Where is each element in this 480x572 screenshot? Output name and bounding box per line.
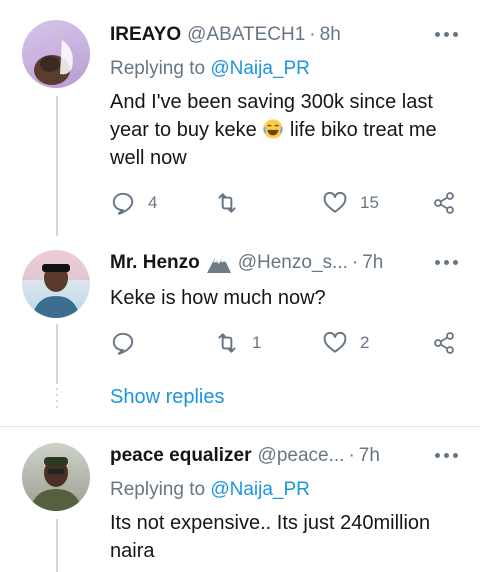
tweet-header: Mr. Henzo @Henzo_s... · 7h: [110, 248, 383, 278]
thread-line: [56, 519, 58, 572]
thread-line: [56, 324, 58, 384]
share-icon: [434, 192, 454, 214]
like-icon: [323, 331, 347, 353]
separator-dot: ·: [351, 252, 359, 273]
user-handle[interactable]: @peace...: [258, 445, 345, 467]
replying-to: Replying to @Naija_PR: [110, 479, 310, 501]
like-count: 2: [360, 333, 370, 352]
retweet-count: 1: [252, 333, 262, 352]
tweet-text: And I've been saving 300k since last yea…: [110, 88, 460, 172]
tweet-peace-equalizer[interactable]: peace equalizer @peace... · 7h Replying …: [0, 427, 480, 572]
reply-button[interactable]: 4: [110, 188, 157, 218]
reply-count: 4: [148, 193, 158, 212]
timestamp[interactable]: 7h: [362, 252, 383, 274]
like-icon: [323, 191, 347, 213]
share-icon: [434, 332, 454, 354]
like-count: 15: [360, 193, 379, 212]
mention-link[interactable]: @Naija_PR: [210, 58, 310, 79]
reply-icon: [112, 332, 134, 355]
timestamp[interactable]: 8h: [320, 24, 341, 46]
replying-prefix: Replying to: [110, 58, 206, 79]
thread-line: [56, 96, 58, 236]
show-replies-link[interactable]: Show replies: [110, 386, 225, 409]
retweet-button[interactable]: 1: [214, 328, 261, 358]
timestamp[interactable]: 7h: [359, 445, 380, 467]
tweet-actions: 1 2: [110, 328, 460, 358]
display-name[interactable]: peace equalizer: [110, 445, 252, 467]
tweet-header: peace equalizer @peace... · 7h: [110, 441, 380, 471]
avatar-ireayo[interactable]: [22, 20, 90, 88]
tweet-text-part: life biko treat me: [289, 119, 437, 141]
avatar-peace-equalizer[interactable]: [22, 443, 90, 511]
user-handle[interactable]: @Henzo_s...: [238, 252, 348, 274]
retweet-icon: [218, 193, 236, 213]
tweet-text: Its not expensive.. Its just 240million …: [110, 509, 460, 565]
like-button[interactable]: 15: [322, 188, 379, 218]
reply-icon: [112, 192, 134, 215]
tweet-text: Keke is how much now?: [110, 284, 460, 312]
tweet-text-line: year to buy keke life biko treat me: [110, 116, 460, 144]
like-button[interactable]: 2: [322, 328, 369, 358]
tweet-actions: 4 15: [110, 188, 460, 218]
display-name[interactable]: IREAYO: [110, 24, 181, 46]
tweet-text-line: naira: [110, 540, 155, 562]
tweet-henzo[interactable]: Mr. Henzo @Henzo_s... · 7h Keke is how m…: [0, 232, 480, 420]
thread-dots: [56, 382, 58, 408]
replying-prefix: Replying to: [110, 479, 206, 500]
user-handle[interactable]: @ABATECH1: [187, 24, 305, 46]
tweet-text-line: Keke is how much now?: [110, 287, 326, 309]
share-button[interactable]: [432, 188, 456, 218]
share-button[interactable]: [432, 328, 456, 358]
avatar-henzo[interactable]: [22, 250, 90, 318]
tweet-text-line: well now: [110, 147, 187, 169]
mountain-emoji-icon: [206, 256, 231, 273]
more-icon[interactable]: [435, 32, 458, 37]
tweet-text-part: year to buy keke: [110, 119, 257, 141]
replying-to: Replying to @Naija_PR: [110, 58, 310, 80]
laughing-emoji-icon: [263, 119, 283, 139]
mention-link[interactable]: @Naija_PR: [210, 479, 310, 500]
tweet-text-line: And I've been saving 300k since last: [110, 91, 433, 113]
display-name[interactable]: Mr. Henzo: [110, 252, 200, 274]
retweet-button[interactable]: [214, 188, 252, 218]
separator-dot: ·: [309, 24, 316, 45]
more-icon[interactable]: [435, 453, 458, 458]
separator-dot: ·: [348, 445, 355, 466]
tweet-text-line: Its not expensive.. Its just 240million: [110, 512, 431, 534]
reply-button[interactable]: [110, 328, 148, 358]
retweet-icon: [218, 333, 236, 353]
tweet-header: IREAYO @ABATECH1 · 8h: [110, 20, 341, 50]
more-icon[interactable]: [435, 260, 458, 265]
tweet-ireayo[interactable]: IREAYO @ABATECH1 · 8h Replying to @Naija…: [0, 0, 480, 236]
